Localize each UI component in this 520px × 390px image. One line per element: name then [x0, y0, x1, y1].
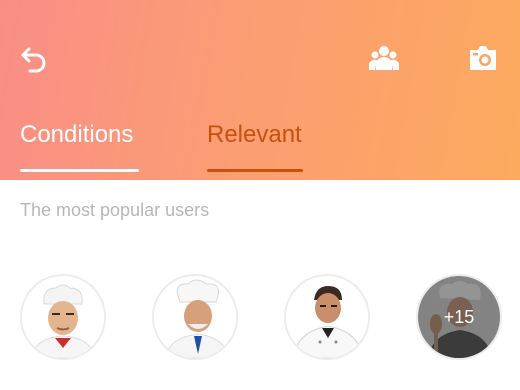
- header-bar: Conditions Relevant: [0, 0, 520, 180]
- tab-conditions-label: Conditions: [20, 121, 134, 148]
- camera-button[interactable]: [465, 40, 501, 76]
- section-title: The most popular users: [20, 200, 210, 220]
- more-users-avatar[interactable]: +15: [416, 274, 502, 360]
- group-users-button[interactable]: [366, 40, 402, 76]
- tab-relevant-underline: [207, 169, 303, 172]
- tab-conditions[interactable]: Conditions: [20, 118, 140, 172]
- camera-icon: [470, 46, 496, 70]
- popular-users-list: +15: [0, 274, 520, 364]
- chef-avatar-1: [22, 276, 104, 358]
- undo-arrow-icon: [21, 47, 46, 73]
- user-avatar[interactable]: [20, 274, 106, 360]
- tab-relevant[interactable]: Relevant: [207, 118, 303, 172]
- group-users-icon: [369, 46, 399, 70]
- tab-relevant-label: Relevant: [207, 121, 302, 148]
- back-button[interactable]: [16, 40, 52, 76]
- tab-conditions-underline: [20, 169, 139, 172]
- user-avatar[interactable]: [284, 274, 370, 360]
- user-avatar[interactable]: [152, 274, 238, 360]
- chef-avatar-3: [286, 276, 368, 358]
- more-users-overlay: +15: [418, 276, 500, 358]
- more-users-count: +15: [443, 306, 475, 327]
- chef-avatar-2: [154, 276, 236, 358]
